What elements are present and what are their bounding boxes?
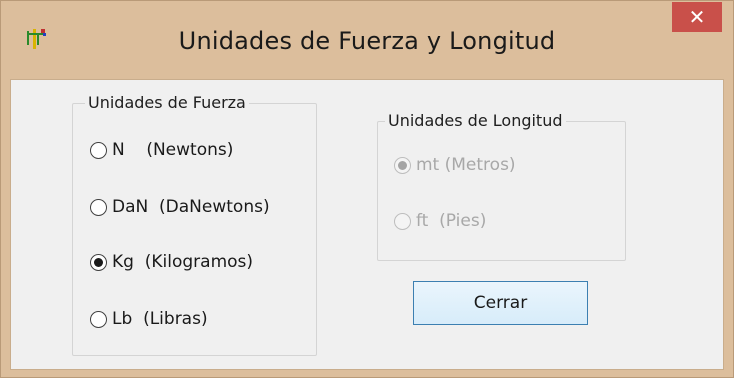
radio-circle[interactable] bbox=[394, 212, 411, 230]
dialog-content: Unidades de Fuerza N (Newtons) DaN (DaNe… bbox=[10, 79, 724, 370]
force-units-group: Unidades de Fuerza N (Newtons) DaN (DaNe… bbox=[72, 93, 317, 356]
window-title: Unidades de Fuerza y Longitud bbox=[178, 27, 556, 55]
radio-circle[interactable] bbox=[90, 141, 107, 159]
radio-libras[interactable]: Lb (Libras) bbox=[90, 309, 208, 329]
radio-label: N (Newtons) bbox=[112, 140, 234, 160]
cerrar-button[interactable]: Cerrar bbox=[413, 281, 588, 325]
length-units-title: Unidades de Longitud bbox=[385, 111, 566, 130]
title-bar[interactable]: Unidades de Fuerza y Longitud ✕ bbox=[1, 1, 733, 79]
radio-kilogramos[interactable]: Kg (Kilogramos) bbox=[90, 252, 253, 272]
radio-circle[interactable] bbox=[90, 310, 107, 328]
radio-newtons[interactable]: N (Newtons) bbox=[90, 140, 233, 160]
radio-label: Kg (Kilogramos) bbox=[112, 252, 254, 272]
radio-selected-dot bbox=[398, 160, 407, 170]
radio-selected-dot bbox=[94, 257, 103, 267]
dialog-window: Unidades de Fuerza y Longitud ✕ Unidades… bbox=[0, 0, 734, 378]
radio-label: mt (Metros) bbox=[416, 155, 516, 175]
radio-circle[interactable] bbox=[90, 253, 107, 271]
radio-label: Lb (Libras) bbox=[112, 309, 208, 329]
radio-pies[interactable]: ft (Pies) bbox=[394, 211, 486, 231]
length-units-group: Unidades de Longitud mt (Metros) ft (Pie… bbox=[377, 111, 626, 261]
force-units-title: Unidades de Fuerza bbox=[85, 93, 249, 112]
radio-metros[interactable]: mt (Metros) bbox=[394, 155, 516, 175]
radio-danewtons[interactable]: DaN (DaNewtons) bbox=[90, 197, 270, 217]
radio-label: DaN (DaNewtons) bbox=[112, 197, 270, 217]
close-window-button[interactable]: ✕ bbox=[672, 2, 722, 32]
radio-circle[interactable] bbox=[394, 156, 411, 174]
radio-label: ft (Pies) bbox=[416, 211, 487, 231]
radio-circle[interactable] bbox=[90, 198, 107, 216]
